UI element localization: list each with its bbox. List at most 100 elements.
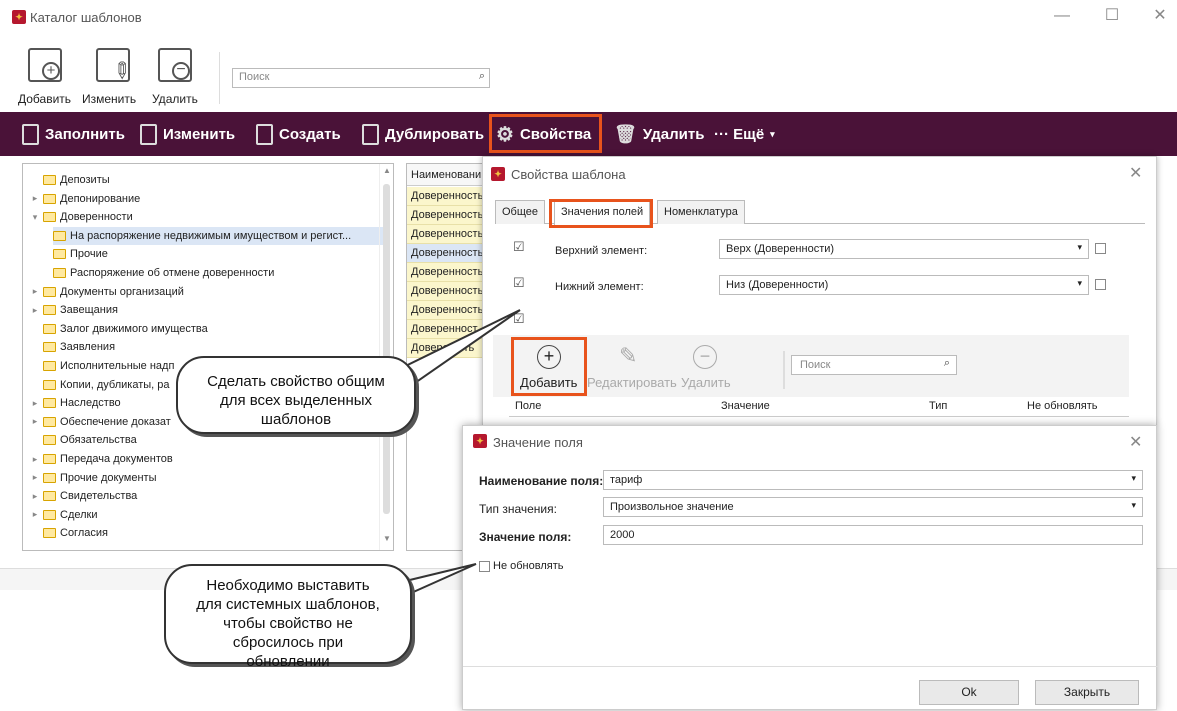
list-header[interactable]: Наименовани xyxy=(407,164,485,186)
duplicate-button[interactable]: Дублировать xyxy=(362,121,484,147)
close-button[interactable]: ✕ xyxy=(1140,4,1177,28)
chevron-right-icon[interactable]: ▸ xyxy=(31,454,39,465)
list-row[interactable]: Доверенность xyxy=(407,301,485,320)
tree-item-label: Передача документов xyxy=(60,453,173,465)
column-value[interactable]: Значение xyxy=(721,400,770,412)
callout-system-templates: Необходимо выставить для системных шабло… xyxy=(164,564,412,670)
tree-item[interactable]: ▸ Сделки xyxy=(31,506,98,524)
list-row[interactable]: Доверенность xyxy=(407,282,485,301)
tree-item[interactable]: На распоряжение недвижимым имуществом и … xyxy=(53,226,383,245)
field-value-input[interactable]: 2000 xyxy=(603,525,1143,545)
upper-element-select[interactable]: Верх (Доверенности) ▾ xyxy=(719,239,1089,259)
list-row[interactable]: Доверенность xyxy=(407,206,485,225)
list-row[interactable]: Доверенность xyxy=(407,225,485,244)
list-row[interactable]: Доверенност xyxy=(407,320,485,339)
upper-element-checkbox[interactable]: ☑ xyxy=(513,239,525,255)
tree-item-label: Документы организаций xyxy=(60,285,184,298)
chevron-right-icon[interactable]: ▸ xyxy=(31,509,39,520)
folder-icon xyxy=(43,379,56,390)
field-dialog-close-icon[interactable]: ✕ xyxy=(1129,432,1142,452)
tree-item[interactable]: ▸ Депонирование xyxy=(31,190,141,208)
tree-item[interactable]: Прочие xyxy=(53,245,108,263)
toolbar-edit-button[interactable]: Изменить xyxy=(140,121,235,147)
chevron-down-icon: ▾ xyxy=(1131,500,1136,510)
tree-item[interactable]: ▸ Свидетельства xyxy=(31,487,138,505)
folder-icon xyxy=(43,398,56,409)
folder-icon xyxy=(43,323,56,334)
chevron-right-icon[interactable]: ▸ xyxy=(31,472,39,483)
field-values-common-checkbox[interactable]: ☑ xyxy=(513,311,525,327)
tree-item[interactable]: Согласия xyxy=(31,524,108,542)
upper-element-extra-checkbox[interactable] xyxy=(1095,243,1106,254)
tree-item[interactable]: ▾ Доверенности xyxy=(31,208,133,226)
value-type-select[interactable]: Произвольное значение ▾ xyxy=(603,497,1143,517)
folder-icon xyxy=(43,435,56,446)
props-close-icon[interactable]: ✕ xyxy=(1129,163,1142,183)
tree-item[interactable]: Залог движимого имущества xyxy=(31,320,208,338)
folder-icon xyxy=(53,230,66,241)
field-search-input[interactable]: Поиск ⌕ xyxy=(791,355,957,375)
list-row[interactable]: Доверенность xyxy=(407,187,485,206)
tree-item-label: Согласия xyxy=(60,527,108,540)
list-row[interactable]: Доверенность xyxy=(407,244,485,263)
tree-item-label: Сделки xyxy=(60,508,98,521)
minimize-button[interactable]: — xyxy=(1042,4,1082,28)
column-type[interactable]: Тип xyxy=(929,400,947,412)
tab-nomenclature[interactable]: Номенклатура xyxy=(657,200,745,224)
ribbon-delete-label[interactable]: Удалить xyxy=(152,92,198,106)
field-name-select[interactable]: тариф ▾ xyxy=(603,470,1143,490)
chevron-right-icon[interactable]: ▸ xyxy=(31,286,39,297)
tree-item[interactable]: ▸ Документы организаций xyxy=(31,283,184,301)
close-dialog-button[interactable]: Закрыть xyxy=(1035,680,1139,705)
folder-icon xyxy=(43,286,56,297)
tree-item[interactable]: ▸ Наследство xyxy=(31,394,121,412)
delete-field-button[interactable]: Удалить xyxy=(681,375,731,390)
lower-element-select[interactable]: Низ (Доверенности) ▾ xyxy=(719,275,1089,295)
ok-button[interactable]: Ok xyxy=(919,680,1019,705)
folder-icon xyxy=(43,472,56,483)
chevron-right-icon[interactable]: ▸ xyxy=(31,305,39,316)
folder-icon xyxy=(43,175,56,185)
tree-item[interactable]: Обязательства xyxy=(31,431,137,449)
tree-item[interactable]: ▸ Обеспечение доказат xyxy=(31,413,171,431)
list-row[interactable]: Доверенность xyxy=(407,263,485,282)
lower-element-checkbox[interactable]: ☑ xyxy=(513,275,525,291)
trash-icon: 🗑 xyxy=(614,123,637,144)
tree-item[interactable]: ▸ Прочие документы xyxy=(31,469,157,487)
tree-item[interactable]: Заявления xyxy=(31,338,115,356)
list-row[interactable]: Довере ость xyxy=(407,339,485,358)
maximize-button[interactable]: ☐ xyxy=(1092,4,1132,28)
tree-item-label: Обязательства xyxy=(60,434,137,447)
fill-button[interactable]: Заполнить xyxy=(22,121,125,147)
tree-item[interactable]: Депозиты xyxy=(31,171,110,189)
no-update-label: Не обновлять xyxy=(493,560,564,572)
remove-circle-icon[interactable]: − xyxy=(693,345,717,369)
document-icon xyxy=(256,123,273,145)
tree-item[interactable]: Копии, дубликаты, ра xyxy=(31,376,170,394)
tree-item[interactable]: ▸ Передача документов xyxy=(31,450,173,468)
create-button[interactable]: Создать xyxy=(256,121,341,147)
chevron-right-icon[interactable]: ▸ xyxy=(31,398,39,409)
value-type-label: Тип значения: xyxy=(479,502,557,516)
more-button[interactable]: ··· Ещё ▾ xyxy=(714,121,775,147)
tree-item[interactable]: Распоряжение об отмене доверенности xyxy=(53,264,274,282)
no-update-checkbox[interactable] xyxy=(479,561,490,572)
column-field[interactable]: Поле xyxy=(515,400,541,412)
chevron-down-icon: ▾ xyxy=(1077,278,1082,288)
tree-item[interactable]: ▸ Завещания xyxy=(31,301,118,319)
chevron-right-icon[interactable]: ▸ xyxy=(31,416,39,427)
lower-element-extra-checkbox[interactable] xyxy=(1095,279,1106,290)
chevron-down-icon[interactable]: ▾ xyxy=(31,212,39,223)
ribbon-add-label[interactable]: Добавить xyxy=(18,92,71,106)
chevron-right-icon[interactable]: ▸ xyxy=(31,491,39,502)
field-value-label: Значение поля: xyxy=(479,530,572,544)
ribbon-edit-label[interactable]: Изменить xyxy=(82,92,136,106)
chevron-right-icon[interactable]: ▸ xyxy=(31,193,39,204)
tab-general[interactable]: Общее xyxy=(495,200,546,224)
tree-item[interactable]: Исполнительные надп xyxy=(31,357,174,375)
toolbar-delete-button[interactable]: 🗑 Удалить xyxy=(614,121,704,147)
edit-pencil-icon[interactable]: ✎ xyxy=(619,343,637,369)
edit-field-button[interactable]: Редактировать xyxy=(587,375,677,390)
column-no-update[interactable]: Не обновлять xyxy=(1027,400,1097,412)
main-search-input[interactable]: Поиск ⌕ xyxy=(232,68,490,88)
